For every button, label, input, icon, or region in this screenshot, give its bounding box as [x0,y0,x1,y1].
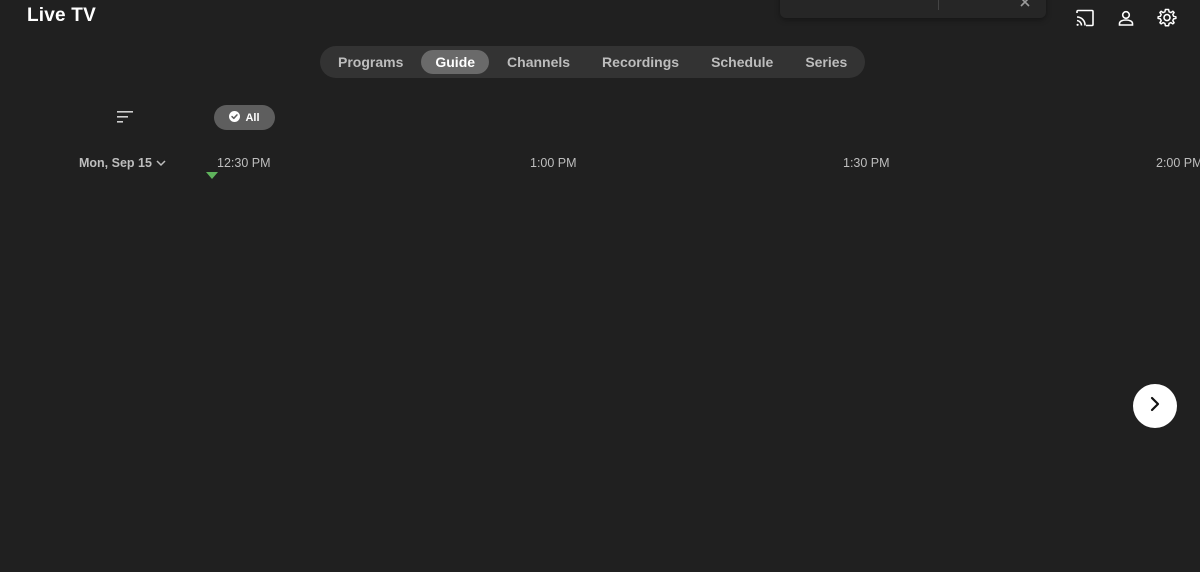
sort-icon[interactable] [116,109,134,125]
tab-channels[interactable]: Channels [493,50,584,74]
page-title: Live TV [27,5,96,26]
time-slot-label: 12:30 PM [217,156,271,170]
tab-series[interactable]: Series [791,50,861,74]
tab-recordings[interactable]: Recordings [588,50,693,74]
date-selector[interactable]: Mon, Sep 15 [79,156,166,170]
check-circle-icon [229,110,241,125]
current-time-marker [206,172,218,179]
cast-icon[interactable] [1071,8,1098,28]
header-actions [1071,8,1180,28]
live-tv-page: Live TV Programs Guide Channels Recordin… [0,0,1200,572]
time-slot-label: 2:00 PM [1156,156,1200,170]
date-label: Mon, Sep 15 [79,156,152,170]
user-icon[interactable] [1112,8,1139,28]
time-slot-label: 1:00 PM [530,156,577,170]
time-slot-label: 1:30 PM [843,156,890,170]
section-tabs: Programs Guide Channels Recordings Sched… [320,46,866,78]
tab-schedule[interactable]: Schedule [697,50,787,74]
panel-divider [938,0,939,10]
filter-all-chip[interactable]: All [214,105,275,130]
filter-all-label: All [245,111,260,124]
mini-player-panel [780,0,1046,18]
chevron-right-icon [1148,396,1162,417]
tab-guide[interactable]: Guide [421,50,490,74]
tab-programs[interactable]: Programs [324,50,417,74]
next-page-button[interactable] [1133,384,1177,428]
close-icon[interactable] [1020,0,1030,7]
gear-icon[interactable] [1153,8,1180,28]
chevron-down-icon [156,156,166,170]
